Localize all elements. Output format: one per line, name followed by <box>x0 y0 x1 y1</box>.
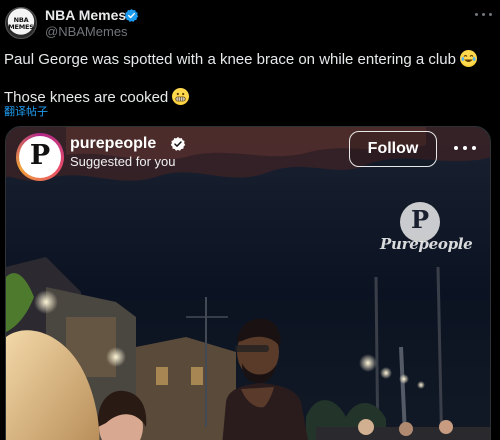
watermark-letter: P <box>410 205 430 234</box>
avatar-logo-text: NBA MEMES <box>8 16 34 31</box>
laughing-tears-emoji-icon <box>460 50 478 67</box>
author-avatar[interactable]: NBA MEMES <box>5 7 37 39</box>
author-name[interactable]: NBA Memes <box>45 7 126 23</box>
translate-post-link[interactable]: 翻译帖子 <box>4 103 48 119</box>
post-media-video[interactable]: P purepeople Suggested for you Follow P … <box>5 126 491 440</box>
purepeople-logo-letter: P <box>29 140 51 171</box>
media-account-name[interactable]: purepeople <box>70 135 156 153</box>
more-options-icon[interactable] <box>472 8 494 22</box>
night-street-scene-image <box>6 127 490 440</box>
author-handle[interactable]: @NBAMemes <box>45 24 128 39</box>
purepeople-avatar[interactable]: P <box>16 133 64 181</box>
post-text-line-1: Paul George was spotted with a knee brac… <box>4 50 478 68</box>
suggested-label: Suggested for you <box>70 154 176 169</box>
follow-button[interactable]: Follow <box>349 131 437 167</box>
post-text-1: Paul George was spotted with a knee brac… <box>4 51 456 68</box>
watermark-text: Purepeople <box>380 235 473 253</box>
verified-badge-icon <box>170 137 186 151</box>
post-header: NBA MEMES NBA Memes @NBAMemes <box>0 0 500 44</box>
verified-badge-icon <box>124 8 139 22</box>
more-options-icon[interactable] <box>453 144 477 152</box>
grimacing-emoji-icon <box>172 88 190 105</box>
